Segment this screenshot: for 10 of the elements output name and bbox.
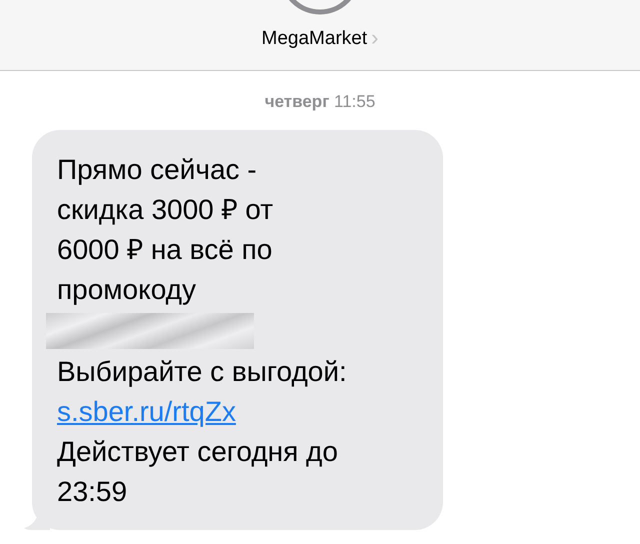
message-text: скидка 3000 ₽ от (57, 193, 274, 227)
message-text: Действует сегодня до (57, 435, 339, 469)
message-link[interactable]: s.sber.ru/rtqZx (57, 392, 421, 432)
message-text: Прямо сейчас - (57, 153, 258, 187)
contact-name[interactable]: MegaMarket (262, 28, 368, 48)
message-text: 6000 ₽ на всё по (57, 233, 274, 267)
message-text: Выбирайте с выгодой: (57, 355, 348, 389)
message-timestamp: четверг 11:55 (264, 93, 376, 110)
message-text: промокоду (57, 273, 197, 307)
message-text: 23:59 (57, 475, 128, 509)
